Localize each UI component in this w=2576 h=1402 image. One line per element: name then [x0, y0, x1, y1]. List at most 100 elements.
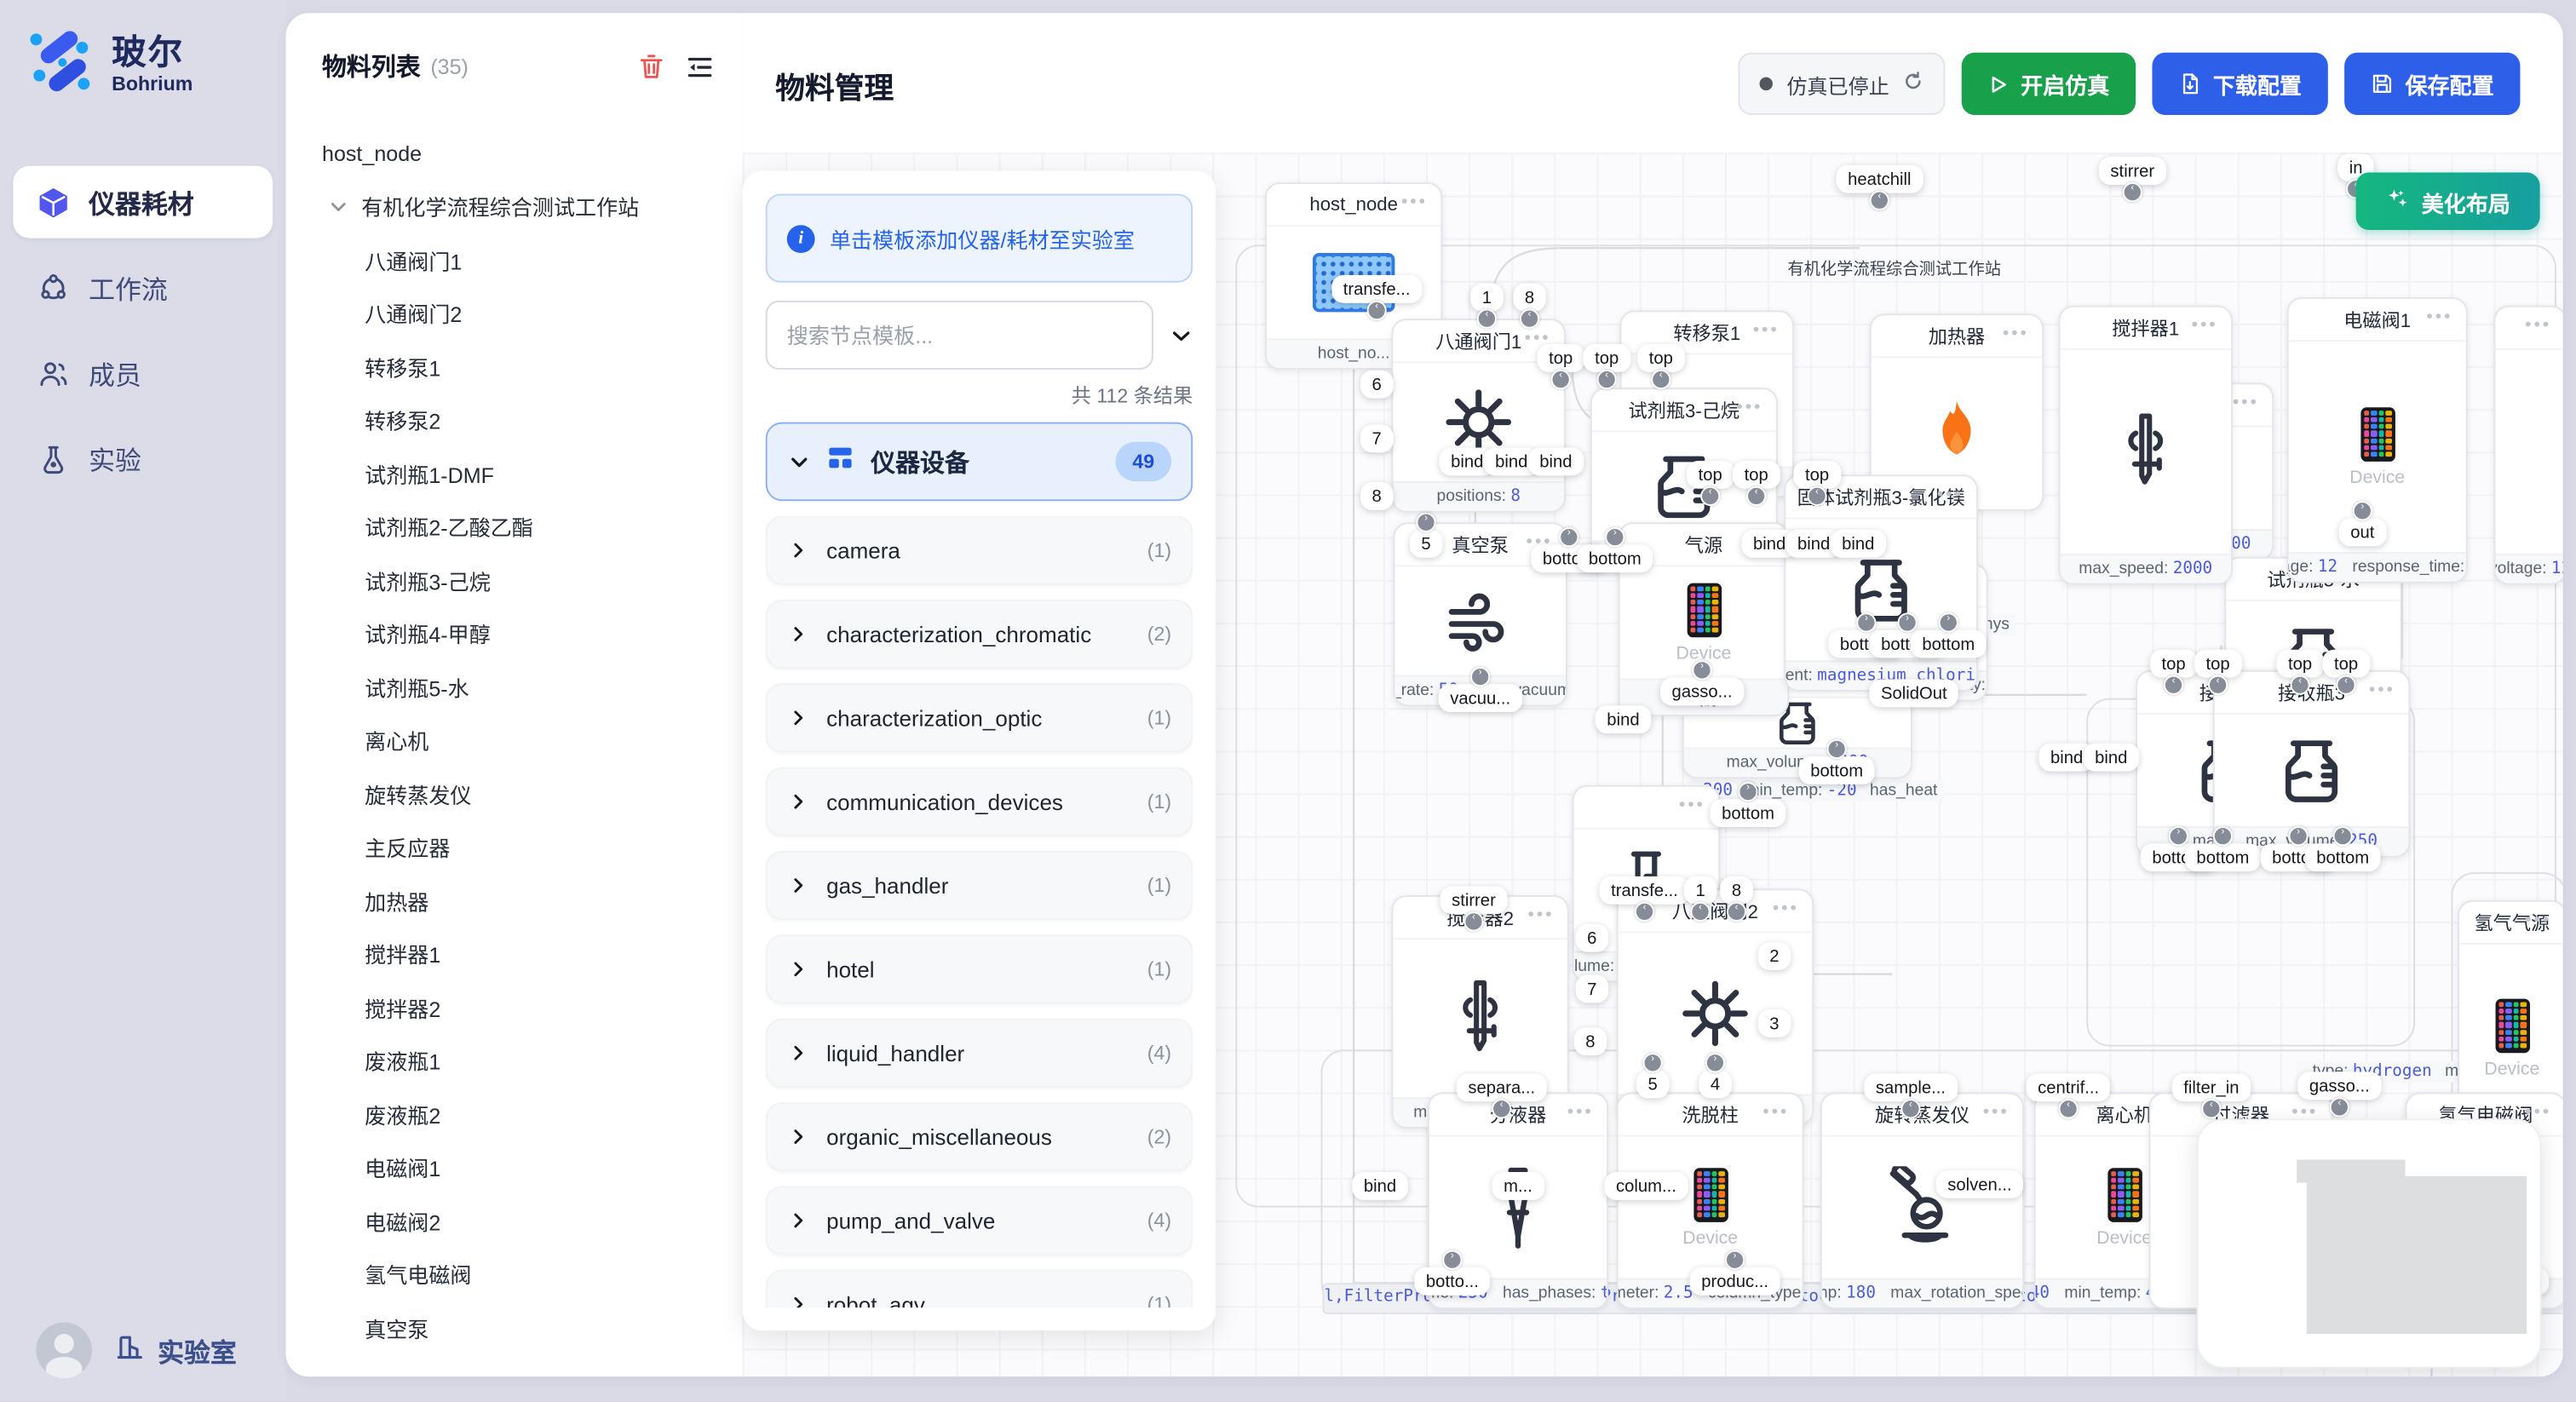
port-pill[interactable]: bind [2084, 744, 2139, 772]
category-row-gas_handler[interactable]: gas_handler(1) [766, 851, 1193, 920]
port-pill[interactable]: bottom [1799, 756, 1875, 784]
beautify-layout-button[interactable]: 美化布局 [2356, 173, 2540, 231]
port-pill[interactable]: top [1733, 461, 1780, 489]
port-pill[interactable]: colum... [1605, 1172, 1688, 1200]
port-pill[interactable]: 2 [1758, 942, 1791, 970]
template-search-input[interactable] [766, 301, 1153, 370]
tree-item[interactable]: 试剂瓶1-DMF [286, 447, 743, 501]
category-row-communication_devices[interactable]: communication_devices(1) [766, 767, 1193, 836]
tree-item[interactable]: 真空泵 [286, 1301, 743, 1354]
port-pill[interactable]: botto... [1414, 1267, 1490, 1296]
port-handle[interactable]: › [1827, 739, 1847, 759]
port-handle[interactable]: ‹ [1597, 370, 1617, 389]
port-pill[interactable]: out [2339, 518, 2386, 546]
port-pill[interactable]: gasso... [1660, 678, 1744, 706]
minimap[interactable] [2197, 1118, 2542, 1368]
category-row-liquid_handler[interactable]: liquid_handler(4) [766, 1019, 1193, 1088]
port-pill[interactable]: 7 [1360, 425, 1393, 453]
node-menu-icon[interactable]: ••• [1736, 398, 1762, 417]
port-handle[interactable]: › [1605, 527, 1624, 547]
port-handle[interactable]: ‹ [1700, 486, 1720, 506]
port-handle[interactable]: ‹ [2208, 675, 2228, 695]
port-handle[interactable]: › [2289, 826, 2309, 846]
category-row-robot_agv[interactable]: robot_agv(1) [766, 1270, 1193, 1307]
port-handle[interactable]: › [1898, 612, 1918, 632]
tree-item[interactable]: 转移泵1 [286, 340, 743, 394]
refresh-icon[interactable] [1902, 71, 1923, 97]
node-menu-icon[interactable]: ••• [2525, 911, 2551, 930]
port-pill[interactable]: heatchill [1837, 165, 1923, 193]
port-pill[interactable]: separa... [1457, 1073, 1547, 1101]
sidebar-item-instruments[interactable]: 仪器耗材 [13, 166, 273, 238]
sidebar-item-experiments[interactable]: 实验 [13, 422, 273, 495]
port-handle[interactable]: ‹ [1477, 309, 1497, 329]
port-pill[interactable]: bottom [1911, 630, 1987, 658]
tree-item[interactable]: 离心机 [286, 714, 743, 767]
port-pill[interactable]: bottom [1577, 544, 1653, 572]
port-pill[interactable]: top [1687, 461, 1734, 489]
canvas-node-旋转蒸发仪[interactable]: 旋转蒸发仪•••temp: 180max_rotation_speed: [1820, 1093, 2024, 1310]
port-handle[interactable]: ‹ [1870, 191, 1889, 210]
port-handle[interactable]: ‹ [2290, 675, 2309, 695]
node-menu-icon[interactable]: ••• [2369, 681, 2395, 700]
canvas-node[interactable]: •••voltage: 12 [2494, 306, 2563, 585]
node-menu-icon[interactable]: ••• [1773, 899, 1799, 918]
port-handle[interactable]: ‹ [1635, 902, 1654, 922]
tree-item[interactable]: 氢气电磁阀 [286, 1248, 743, 1301]
port-pill[interactable]: bind [1596, 705, 1651, 733]
node-menu-icon[interactable]: ••• [2525, 1103, 2551, 1123]
start-simulation-button[interactable]: 开启仿真 [1962, 53, 2136, 115]
port-handle[interactable]: ‹ [1746, 486, 1766, 506]
port-pill[interactable]: top [1538, 344, 1584, 372]
tree-item[interactable]: 旋转蒸发仪 [286, 767, 743, 821]
node-menu-icon[interactable]: ••• [2233, 393, 2259, 412]
tree-item[interactable]: 试剂瓶5-水 [286, 660, 743, 714]
port-pill[interactable]: 6 [1576, 924, 1608, 952]
port-pill[interactable]: produc... [1690, 1267, 1780, 1296]
port-pill[interactable]: bind [1831, 530, 1886, 558]
port-pill[interactable]: bottom [2305, 843, 2381, 871]
node-menu-icon[interactable]: ••• [1401, 192, 1428, 212]
category-row-characterization_chromatic[interactable]: characterization_chromatic(2) [766, 600, 1193, 669]
sidebar-item-workflow[interactable]: 工作流 [13, 251, 273, 324]
port-pill[interactable]: 4 [1699, 1070, 1731, 1098]
port-pill[interactable]: vacuu... [1439, 684, 1522, 712]
port-handle[interactable]: ‹ [2336, 675, 2355, 695]
port-pill[interactable]: 7 [1576, 975, 1608, 1003]
port-pill[interactable]: top [1584, 344, 1630, 372]
port-pill[interactable]: centrif... [2027, 1073, 2111, 1101]
port-handle[interactable]: › [2353, 501, 2372, 520]
category-row-organic_miscellaneous[interactable]: organic_miscellaneous(2) [766, 1102, 1193, 1171]
port-handle[interactable]: › [2213, 826, 2233, 846]
node-menu-icon[interactable]: ••• [1679, 796, 1705, 815]
tree-item[interactable]: 八通阀门2 [286, 287, 743, 341]
port-pill[interactable]: 1 [1470, 284, 1503, 312]
port-pill[interactable]: gasso... [2297, 1072, 2381, 1100]
tree-item[interactable]: 试剂瓶2-乙酸乙酯 [286, 500, 743, 554]
port-handle[interactable]: › [1692, 660, 1711, 680]
port-handle[interactable]: › [1442, 1250, 1462, 1270]
tree-item[interactable]: 八通阀门1 [286, 233, 743, 287]
port-pill[interactable]: solven... [1936, 1170, 2023, 1198]
port-pill[interactable]: bind [1528, 448, 1584, 476]
node-menu-icon[interactable]: ••• [2426, 307, 2452, 327]
category-group-instruments[interactable]: 仪器设备 49 [766, 422, 1193, 502]
port-handle[interactable]: ‹ [1727, 902, 1746, 922]
port-pill[interactable]: sample... [1864, 1073, 1957, 1101]
category-row-characterization_optic[interactable]: characterization_optic(1) [766, 683, 1193, 752]
port-pill[interactable]: 1 [1684, 876, 1716, 905]
port-handle[interactable]: ‹ [1551, 370, 1571, 389]
port-handle[interactable]: › [1738, 782, 1757, 802]
chevron-down-icon[interactable] [322, 190, 355, 223]
sidebar-item-members[interactable]: 成员 [13, 336, 273, 409]
port-handle[interactable]: › [1416, 513, 1435, 532]
port-pill[interactable]: bottom [1711, 799, 1786, 827]
port-handle[interactable]: › [2169, 826, 2188, 846]
node-menu-icon[interactable]: ••• [2192, 316, 2218, 336]
category-row-pump_and_valve[interactable]: pump_and_valve(4) [766, 1186, 1193, 1255]
port-handle[interactable]: ‹ [2123, 182, 2142, 202]
node-menu-icon[interactable]: ••• [1527, 905, 1554, 925]
port-pill[interactable]: transfe... [1331, 275, 1422, 303]
port-handle[interactable]: › [1725, 1250, 1745, 1270]
port-handle[interactable]: › [1705, 1053, 1725, 1072]
